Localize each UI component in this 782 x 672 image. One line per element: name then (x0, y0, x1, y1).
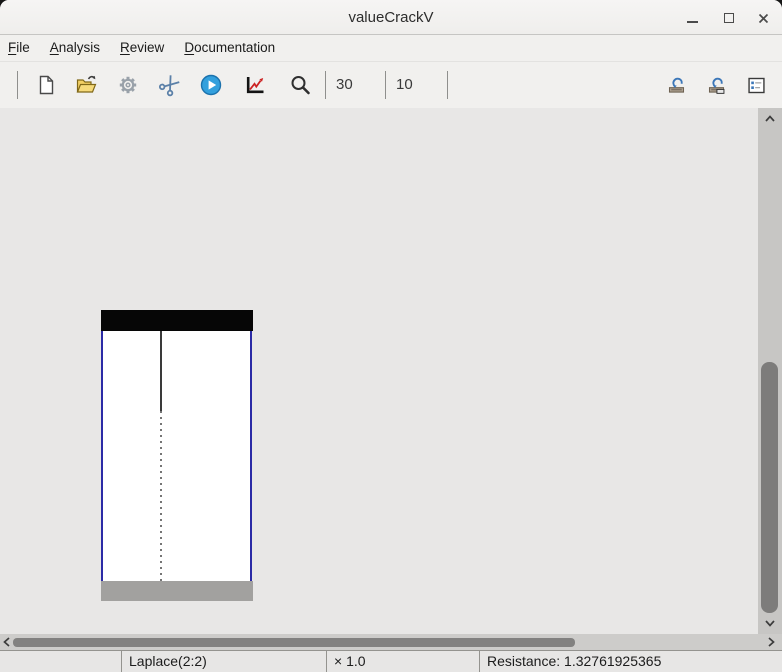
toolbar: 30 10 (0, 62, 782, 108)
run-play-icon[interactable] (199, 73, 223, 97)
toolbar-separator (385, 71, 386, 99)
crack-path-dotted (160, 411, 162, 581)
drawing-canvas[interactable] (0, 108, 758, 634)
minimize-button[interactable] (682, 8, 702, 28)
close-button[interactable] (753, 8, 773, 28)
plot-chart-icon[interactable] (243, 73, 267, 97)
specimen-bottom-bar (101, 581, 253, 601)
status-resistance: Resistance: 1.32761925365 (480, 651, 782, 672)
menu-documentation[interactable]: Documentation (174, 37, 285, 59)
crack-line (160, 331, 162, 411)
scroll-down-icon[interactable] (762, 615, 778, 631)
vertical-scrollbar[interactable] (758, 108, 782, 634)
titlebar: valueCrackV (0, 0, 782, 35)
window-title: valueCrackV (0, 9, 782, 26)
param1-field[interactable]: 30 (336, 75, 378, 95)
vertical-scroll-thumb[interactable] (761, 362, 778, 613)
open-file-icon[interactable] (74, 73, 98, 97)
toolbar-separator (325, 71, 326, 99)
param2-field[interactable]: 10 (396, 75, 438, 95)
maximize-icon (724, 13, 734, 23)
export-disk-icon[interactable] (666, 75, 687, 96)
cut-scissors-icon[interactable] (153, 68, 187, 102)
scroll-right-icon[interactable] (763, 634, 779, 650)
horizontal-scroll-thumb[interactable] (13, 638, 575, 647)
scroll-up-icon[interactable] (762, 111, 778, 127)
statusbar: Laplace(2:2) × 1.0 Resistance: 1.3276192… (0, 650, 782, 672)
menu-analysis[interactable]: Analysis (40, 37, 110, 59)
new-document-icon[interactable] (34, 73, 58, 97)
specimen-top-bar (101, 310, 253, 331)
horizontal-scrollbar[interactable] (0, 634, 782, 650)
menu-file[interactable]: File (7, 37, 40, 59)
zoom-search-icon[interactable] (288, 73, 312, 97)
close-icon (758, 13, 769, 24)
toolbar-separator (447, 71, 448, 99)
minimize-icon (687, 21, 698, 23)
settings-gear-icon[interactable] (116, 73, 140, 97)
status-empty-cell (0, 651, 122, 672)
maximize-button[interactable] (719, 8, 739, 28)
export-disk-alt-icon[interactable] (706, 75, 727, 96)
toolbar-separator (17, 71, 18, 99)
status-scale: × 1.0 (327, 651, 480, 672)
properties-list-icon[interactable] (746, 75, 767, 96)
menu-review[interactable]: Review (110, 37, 174, 59)
status-laplace: Laplace(2:2) (122, 651, 327, 672)
app-window: valueCrackV File Analysis Review Documen… (0, 0, 782, 672)
specimen-body (101, 331, 252, 581)
menubar: File Analysis Review Documentation (0, 35, 782, 62)
